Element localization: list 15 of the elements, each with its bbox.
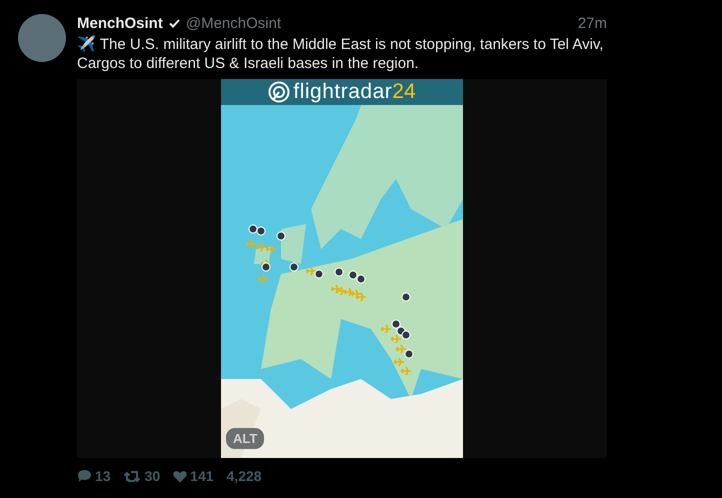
comment-icon: [77, 469, 92, 483]
tweet-text: ✈ The U.S. military airlift to the Middle East is not stopping, tankers to Tel Aviv, Cargos to different US & Israeli bases in the region.: [77, 35, 604, 73]
radar-logo-icon: [268, 81, 290, 103]
avatar[interactable]: [18, 14, 66, 62]
retweet-icon: [124, 470, 142, 482]
heart-icon: [173, 470, 188, 482]
display-name[interactable]: MenchOsint: [77, 14, 163, 32]
user-handle[interactable]: @MenchOsint: [186, 14, 282, 32]
alt-badge[interactable]: ALT: [226, 428, 264, 449]
logo-text: flightradar24: [293, 80, 416, 104]
timestamp[interactable]: 27m: [578, 14, 607, 32]
like-count[interactable]: 141: [190, 468, 214, 484]
reply-count[interactable]: 13: [95, 468, 111, 484]
retweet-count[interactable]: 30: [144, 468, 160, 484]
views-count[interactable]: 4,228: [226, 468, 262, 484]
